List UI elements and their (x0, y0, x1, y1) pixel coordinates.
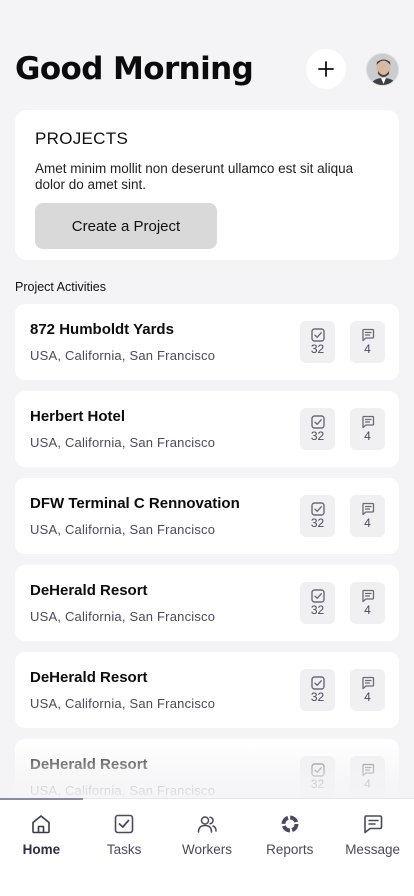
message-count-badge[interactable]: 4 (350, 582, 385, 624)
active-tab-indicator (0, 798, 83, 800)
task-count-badge[interactable]: 32 (300, 495, 335, 537)
message-count: 4 (364, 342, 371, 356)
task-count: 32 (310, 516, 325, 530)
message-icon (361, 589, 374, 603)
projects-card: PROJECTS Amet minim mollit non deserunt … (15, 110, 399, 260)
message-icon (361, 502, 374, 516)
activity-card[interactable]: 872 Humboldt Yards USA, California, San … (15, 304, 399, 380)
checkbox-icon (310, 763, 325, 777)
section-title-project-activities: Project Activities (15, 280, 107, 294)
task-count: 32 (310, 777, 325, 791)
create-project-button[interactable]: Create a Project (35, 203, 217, 249)
message-count-badge[interactable]: 4 (350, 669, 385, 711)
plus-icon (318, 61, 334, 77)
task-count: 32 (310, 690, 325, 704)
add-button[interactable] (306, 49, 346, 89)
nav-label-tasks: Tasks (106, 842, 142, 857)
task-count: 32 (310, 342, 325, 356)
page-title: Good Morning (15, 51, 254, 87)
activity-card[interactable]: DFW Terminal C Rennovation USA, Californ… (15, 478, 399, 554)
header-actions (306, 49, 399, 89)
nav-item-message[interactable]: Message (333, 813, 413, 896)
header: Good Morning (15, 46, 399, 92)
message-count-badge[interactable]: 4 (350, 495, 385, 537)
projects-description: Amet minim mollit non deserunt ullamco e… (35, 161, 354, 192)
nav-item-reports[interactable]: Reports (250, 813, 330, 896)
message-icon (361, 763, 374, 777)
reports-icon (281, 815, 299, 833)
checkbox-icon (310, 415, 325, 429)
task-count: 32 (310, 429, 325, 443)
message-count-badge[interactable]: 4 (350, 408, 385, 450)
projects-title: PROJECTS (35, 129, 129, 148)
task-count-badge[interactable]: 32 (300, 756, 335, 798)
checkbox-icon (310, 502, 325, 516)
bottom-nav: Home Tasks Workers Reports Message (0, 798, 414, 896)
checkbox-icon (310, 328, 325, 342)
checkbox-icon (310, 676, 325, 690)
activity-card[interactable]: DeHerald Resort USA, California, San Fra… (15, 565, 399, 641)
task-count-badge[interactable]: 32 (300, 582, 335, 624)
nav-item-tasks[interactable]: Tasks (84, 813, 164, 896)
tasks-icon (114, 814, 134, 834)
message-icon (361, 415, 374, 429)
avatar[interactable] (366, 52, 399, 86)
message-count: 4 (364, 516, 371, 530)
task-count: 32 (310, 603, 325, 617)
message-count: 4 (364, 690, 371, 704)
user-avatar-image (367, 53, 398, 85)
message-count-badge[interactable]: 4 (350, 321, 385, 363)
nav-label-home: Home (22, 842, 61, 857)
message-count: 4 (364, 429, 371, 443)
activity-card[interactable]: DeHerald Resort USA, California, San Fra… (15, 652, 399, 728)
task-count-badge[interactable]: 32 (300, 321, 335, 363)
message-count: 4 (364, 777, 371, 791)
nav-item-workers[interactable]: Workers (167, 813, 247, 896)
activities-list: 872 Humboldt Yards USA, California, San … (15, 304, 399, 826)
message-count-badge[interactable]: 4 (350, 756, 385, 798)
nav-item-home[interactable]: Home (1, 813, 81, 896)
message-count: 4 (364, 603, 371, 617)
workers-icon (197, 816, 217, 833)
task-count-badge[interactable]: 32 (300, 408, 335, 450)
nav-label-workers: Workers (181, 842, 232, 857)
message-icon (361, 676, 374, 690)
message-icon (363, 815, 382, 834)
nav-label-reports: Reports (266, 842, 314, 857)
home-icon (32, 815, 51, 834)
message-icon (361, 328, 374, 342)
checkbox-icon (310, 589, 325, 603)
activity-card[interactable]: Herbert Hotel USA, California, San Franc… (15, 391, 399, 467)
task-count-badge[interactable]: 32 (300, 669, 335, 711)
nav-label-message: Message (345, 842, 400, 857)
